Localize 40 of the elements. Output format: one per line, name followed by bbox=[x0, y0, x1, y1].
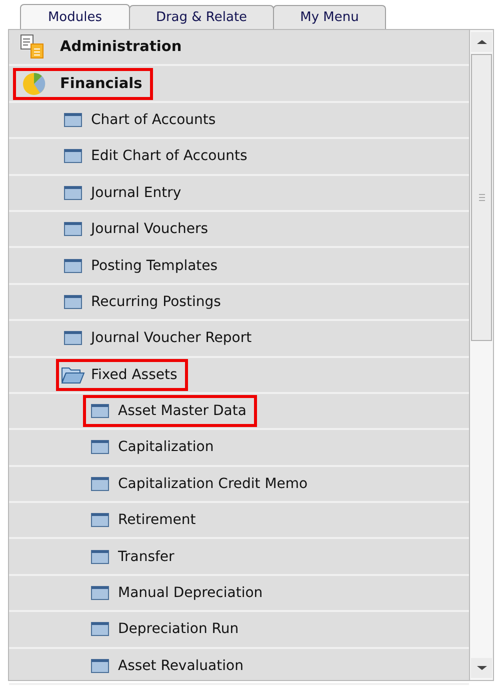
tab[interactable]: Modules bbox=[20, 4, 130, 29]
window-icon bbox=[91, 476, 109, 491]
scroll-thumb[interactable] bbox=[471, 54, 492, 341]
tree-item[interactable]: Fixed Assets bbox=[56, 358, 188, 391]
window-icon bbox=[91, 658, 109, 673]
tree-item[interactable]: Retirement bbox=[83, 504, 207, 536]
tree-item[interactable]: Transfer bbox=[83, 540, 186, 573]
tree-item[interactable]: Edit Chart of Accounts bbox=[56, 140, 258, 172]
window-icon bbox=[91, 513, 109, 528]
tree-item[interactable]: Journal Voucher Report bbox=[56, 322, 263, 354]
tree-item[interactable]: Capitalization bbox=[83, 431, 225, 464]
tree-item[interactable]: Financials bbox=[13, 68, 154, 100]
tree-item[interactable]: Capitalization Credit Memo bbox=[83, 468, 319, 500]
window-icon bbox=[64, 149, 82, 164]
window-icon bbox=[91, 586, 109, 600]
window-icon bbox=[64, 222, 82, 236]
window-icon bbox=[64, 186, 82, 200]
tree-item[interactable]: Asset Master Data bbox=[83, 395, 258, 428]
tree-item[interactable]: Asset Revaluation bbox=[83, 650, 254, 682]
window-icon bbox=[91, 404, 109, 418]
window-icon bbox=[91, 440, 109, 454]
tree-item[interactable]: Administration bbox=[13, 31, 193, 64]
folder-icon bbox=[61, 366, 85, 384]
tree-item[interactable]: Chart of Accounts bbox=[56, 104, 227, 136]
tab[interactable]: My Menu bbox=[273, 5, 386, 29]
tab[interactable]: Drag & Relate bbox=[129, 5, 274, 29]
scrollbar[interactable] bbox=[469, 30, 493, 680]
window-icon bbox=[64, 258, 82, 273]
tree-item[interactable]: Journal Vouchers bbox=[56, 213, 220, 246]
window-icon bbox=[64, 294, 82, 309]
tree-item[interactable]: Journal Entry bbox=[56, 176, 192, 209]
window-icon bbox=[64, 112, 82, 127]
pie-chart-icon bbox=[21, 70, 47, 97]
tree-item[interactable]: Recurring Postings bbox=[56, 286, 232, 318]
tree-item[interactable]: Posting Templates bbox=[56, 250, 229, 282]
window-icon bbox=[64, 331, 82, 346]
window-icon bbox=[91, 550, 109, 564]
window-icon bbox=[91, 622, 109, 636]
tree-item[interactable]: Depreciation Run bbox=[83, 613, 250, 646]
tree-item[interactable]: Manual Depreciation bbox=[83, 577, 274, 610]
